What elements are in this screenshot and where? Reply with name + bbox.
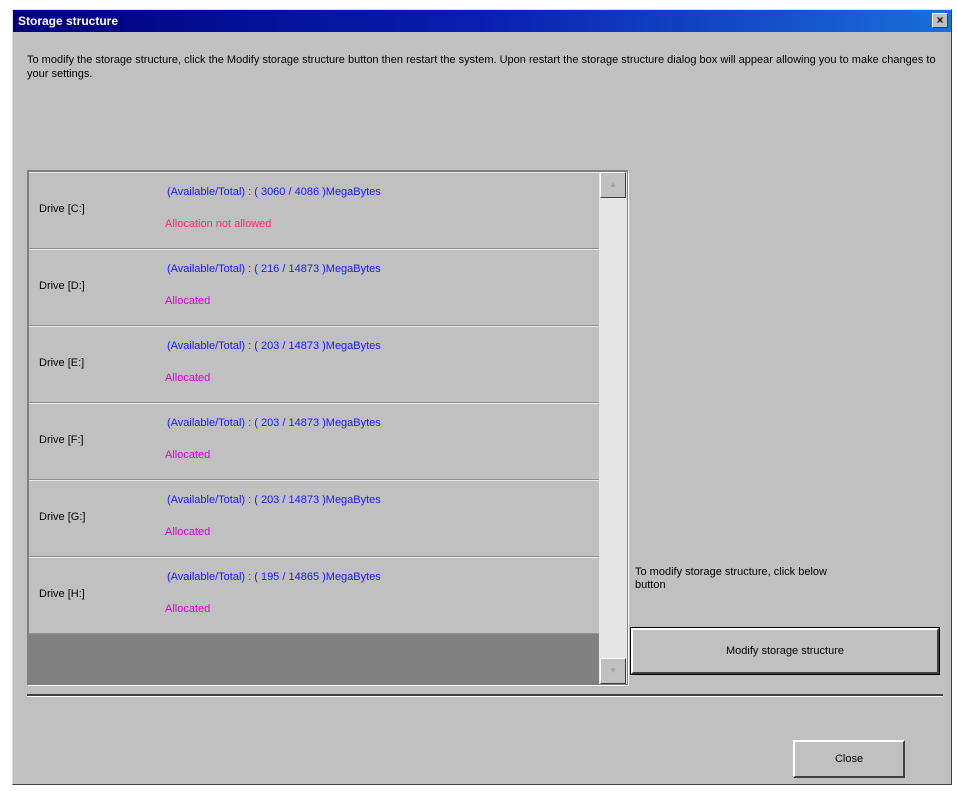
drive-label: Drive [C:] [39,203,85,215]
drive-label: Drive [D:] [39,280,85,292]
drive-capacity: (Available/Total) : ( 203 / 14873 )MegaB… [167,494,381,506]
scroll-up-arrow-icon[interactable]: ▲ [600,172,626,198]
drive-label: Drive [G:] [39,511,86,523]
drive-status: Allocated [165,295,211,307]
vertical-scrollbar[interactable]: ▲ ▼ [599,172,627,684]
intro-text: To modify the storage structure, click t… [27,54,936,80]
drive-capacity: (Available/Total) : ( 3060 / 4086 )MegaB… [167,186,381,198]
drive-row-d[interactable]: Drive [D:] (Available/Total) : ( 216 / 1… [29,249,600,326]
drive-status: Allocated [165,603,211,615]
title-bar[interactable]: Storage structure × [13,10,951,32]
modify-storage-structure-button[interactable]: Modify storage structure [630,627,940,675]
close-window-icon[interactable]: × [932,13,948,28]
drive-capacity: (Available/Total) : ( 195 / 14865 )MegaB… [167,571,381,583]
scroll-down-arrow-icon[interactable]: ▼ [600,658,626,684]
drive-status: Allocation not allowed [165,218,272,230]
drive-status: Allocated [165,526,211,538]
drive-status: Allocated [165,372,211,384]
drive-row-h[interactable]: Drive [H:] (Available/Total) : ( 195 / 1… [29,557,600,634]
drive-row-g[interactable]: Drive [G:] (Available/Total) : ( 203 / 1… [29,480,600,557]
drive-capacity: (Available/Total) : ( 216 / 14873 )MegaB… [167,263,381,275]
drive-label: Drive [E:] [39,357,85,369]
drive-list[interactable]: Drive [C:] (Available/Total) : ( 3060 / … [27,170,629,686]
drive-label: Drive [F:] [39,434,84,446]
modify-hint-text: To modify storage structure, click below… [635,566,827,591]
window-title: Storage structure [18,14,119,28]
storage-structure-dialog: Storage structure × To modify the storag… [12,9,952,785]
close-button[interactable]: Close [793,740,905,778]
drive-status: Allocated [165,449,211,461]
separator-line [27,694,943,697]
drive-label: Drive [H:] [39,588,85,600]
drive-row-c[interactable]: Drive [C:] (Available/Total) : ( 3060 / … [29,172,600,249]
drive-row-e[interactable]: Drive [E:] (Available/Total) : ( 203 / 1… [29,326,600,403]
drive-capacity: (Available/Total) : ( 203 / 14873 )MegaB… [167,340,381,352]
drive-row-f[interactable]: Drive [F:] (Available/Total) : ( 203 / 1… [29,403,600,480]
drive-capacity: (Available/Total) : ( 203 / 14873 )MegaB… [167,417,381,429]
